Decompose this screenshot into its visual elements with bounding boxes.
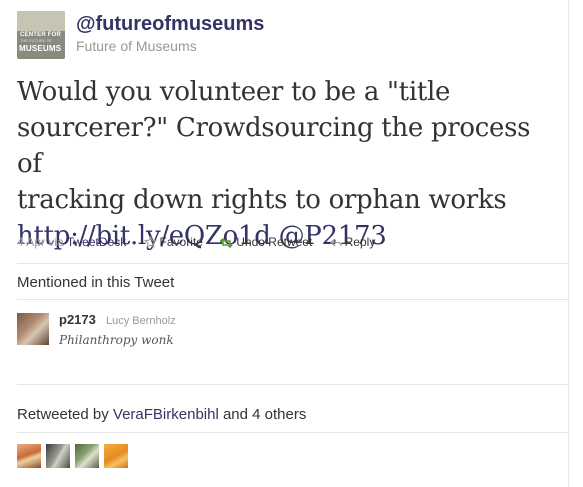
logo-image-band bbox=[17, 11, 65, 31]
reply-button[interactable]: Reply bbox=[329, 235, 376, 249]
tweet-text-line: Would you volunteer to be a "title bbox=[17, 77, 451, 107]
divider bbox=[17, 263, 568, 264]
tweet-meta: 4 Apr via TweetDeck Favorite Undo Retwee… bbox=[17, 234, 375, 250]
avatar[interactable] bbox=[75, 444, 99, 468]
author-handle[interactable]: @futureofmuseums bbox=[76, 12, 264, 36]
divider bbox=[17, 384, 568, 385]
retweeted-prefix: Retweeted by bbox=[17, 406, 109, 423]
author-name[interactable]: Future of Museums bbox=[76, 38, 197, 55]
avatar[interactable] bbox=[104, 444, 128, 468]
right-divider bbox=[568, 0, 569, 487]
tweet-text-line: sourcerer?" Crowdsourcing the process of bbox=[17, 113, 531, 179]
mentioned-user-bio: Philanthropy wonk bbox=[59, 333, 174, 347]
avatar[interactable] bbox=[46, 444, 70, 468]
retweeted-by: Retweeted by VeraFBirkenbihl and 4 other… bbox=[17, 406, 306, 424]
via-label: via bbox=[48, 235, 64, 249]
logo-text-2: THE FUTURE OF bbox=[20, 38, 52, 43]
avatar[interactable] bbox=[17, 444, 41, 468]
favorite-button[interactable]: Favorite bbox=[143, 235, 203, 249]
retweeted-suffix[interactable]: and 4 others bbox=[223, 406, 306, 423]
author-logo[interactable]: CENTER FOR THE FUTURE OF MUSEUMS bbox=[17, 11, 65, 59]
star-icon bbox=[143, 235, 157, 248]
mentioned-user-avatar[interactable] bbox=[17, 313, 49, 345]
reply-label: Reply bbox=[344, 235, 376, 249]
retweet-icon bbox=[220, 237, 233, 249]
retweeter-link[interactable]: VeraFBirkenbihl bbox=[113, 406, 219, 423]
reply-icon bbox=[329, 238, 342, 247]
mentioned-title: Mentioned in this Tweet bbox=[17, 274, 175, 291]
undo-retweet-button[interactable]: Undo Retweet bbox=[220, 235, 312, 249]
divider bbox=[17, 432, 568, 433]
undo-retweet-label: Undo Retweet bbox=[236, 235, 313, 249]
tweet-text-line: tracking down rights to orphan works bbox=[17, 185, 507, 215]
tweet-text: Would you volunteer to be a "title sourc… bbox=[17, 74, 562, 254]
logo-text-3: MUSEUMS bbox=[19, 44, 62, 53]
tweet-date[interactable]: 4 Apr bbox=[17, 235, 45, 249]
favorite-label: Favorite bbox=[159, 235, 203, 249]
mentioned-user-name: Lucy Bernholz bbox=[106, 315, 176, 327]
tweet-source[interactable]: TweetDeck bbox=[67, 235, 126, 249]
divider bbox=[17, 299, 568, 300]
mentioned-user-handle[interactable]: p2173 bbox=[59, 312, 96, 328]
